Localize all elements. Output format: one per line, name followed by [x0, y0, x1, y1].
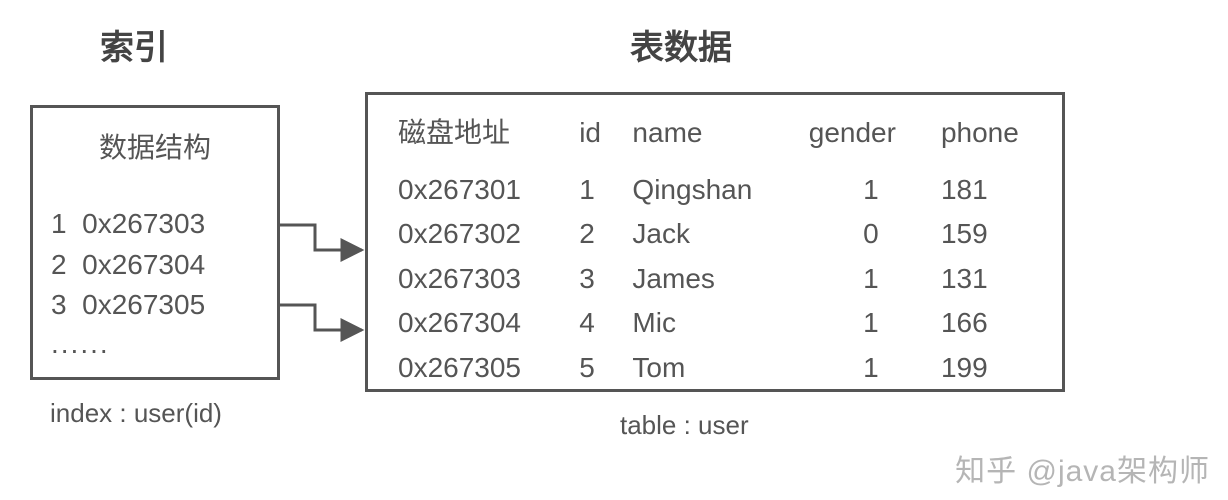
cell-gender: 1	[809, 168, 941, 213]
table-row: 0x2673011Qingshan1181	[398, 168, 1040, 213]
cell-phone: 131	[941, 257, 1040, 302]
cell-name: James	[632, 257, 808, 302]
cell-name: Jack	[632, 212, 808, 257]
cell-id: 3	[579, 257, 632, 302]
index-subheader: 数据结构	[51, 126, 259, 166]
cell-name: Tom	[632, 346, 808, 391]
index-row-num: 2	[51, 249, 67, 280]
cell-address: 0x267301	[398, 168, 579, 213]
caption-index: index : user(id)	[50, 398, 222, 429]
index-row-addr: 0x267303	[82, 208, 205, 239]
cell-phone: 159	[941, 212, 1040, 257]
cell-name: Qingshan	[632, 168, 808, 213]
index-row: 3 0x267305	[51, 285, 259, 326]
table-row: 0x2673055Tom1199	[398, 346, 1040, 391]
table-header-row: 磁盘地址 id name gender phone	[398, 111, 1040, 168]
index-row-addr: 0x267305	[82, 289, 205, 320]
cell-phone: 166	[941, 301, 1040, 346]
cell-gender: 1	[809, 346, 941, 391]
cell-name: Mic	[632, 301, 808, 346]
cell-phone: 199	[941, 346, 1040, 391]
cell-address: 0x267305	[398, 346, 579, 391]
cell-address: 0x267303	[398, 257, 579, 302]
data-table: 磁盘地址 id name gender phone 0x2673011Qings…	[398, 111, 1040, 391]
title-index: 索引	[100, 20, 168, 69]
cell-gender: 1	[809, 257, 941, 302]
cell-address: 0x267302	[398, 212, 579, 257]
index-row-num: 1	[51, 208, 67, 239]
table-row: 0x2673033James1131	[398, 257, 1040, 302]
index-row-num: 3	[51, 289, 67, 320]
index-ellipsis: ......	[51, 328, 259, 360]
cell-id: 1	[579, 168, 632, 213]
watermark: 知乎 @java架构师	[955, 446, 1210, 490]
index-row-addr: 0x267304	[82, 249, 205, 280]
col-header-phone: phone	[941, 111, 1040, 168]
col-header-gender: gender	[809, 111, 941, 168]
title-table-data: 表数据	[630, 20, 732, 69]
arrow-bottom	[280, 305, 362, 330]
col-header-name: name	[632, 111, 808, 168]
index-row: 2 0x267304	[51, 245, 259, 286]
col-header-id: id	[579, 111, 632, 168]
arrows	[270, 215, 380, 365]
table-row: 0x2673022Jack0159	[398, 212, 1040, 257]
arrow-top	[280, 225, 362, 250]
table-box: 磁盘地址 id name gender phone 0x2673011Qings…	[365, 92, 1065, 392]
cell-phone: 181	[941, 168, 1040, 213]
index-box: 数据结构 1 0x2673032 0x2673043 0x267305 ....…	[30, 105, 280, 380]
cell-id: 2	[579, 212, 632, 257]
cell-id: 5	[579, 346, 632, 391]
caption-table: table : user	[620, 410, 749, 441]
table-row: 0x2673044Mic1166	[398, 301, 1040, 346]
cell-address: 0x267304	[398, 301, 579, 346]
col-header-address: 磁盘地址	[398, 111, 579, 168]
index-row: 1 0x267303	[51, 204, 259, 245]
cell-id: 4	[579, 301, 632, 346]
cell-gender: 0	[809, 212, 941, 257]
cell-gender: 1	[809, 301, 941, 346]
